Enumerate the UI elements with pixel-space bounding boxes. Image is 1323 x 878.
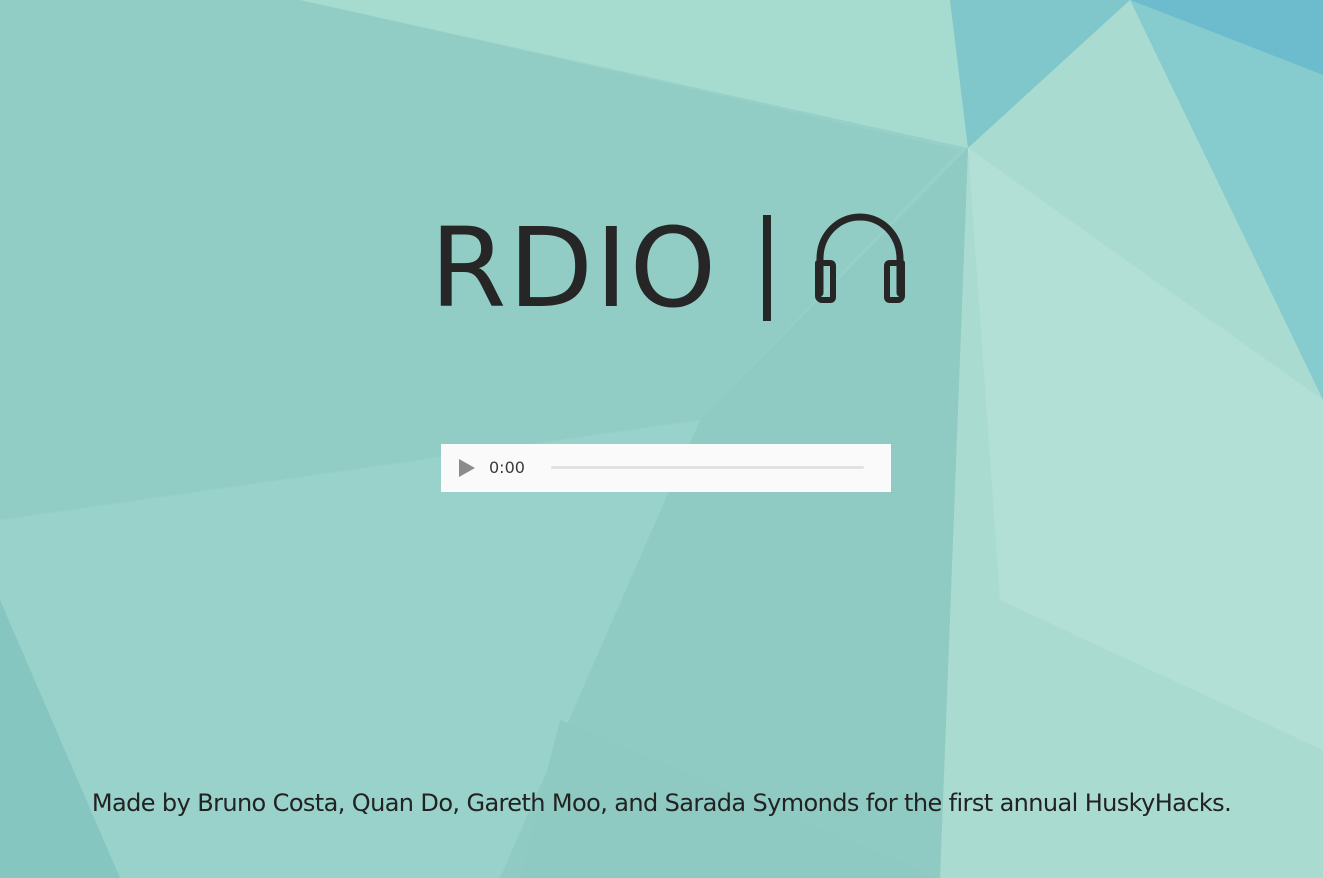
background-polygons: [0, 0, 1323, 878]
credits-text: Made by Bruno Costa, Quan Do, Gareth Moo…: [91, 789, 1232, 817]
audio-player: 0:00: [441, 444, 891, 492]
title-separator: [763, 215, 771, 321]
current-time: 0:00: [489, 458, 525, 477]
play-icon[interactable]: [457, 457, 477, 479]
logo: RDIO: [0, 205, 1323, 335]
progress-track[interactable]: [551, 466, 864, 469]
site-title: RDIO: [430, 204, 719, 332]
headphones-icon: [815, 213, 905, 303]
